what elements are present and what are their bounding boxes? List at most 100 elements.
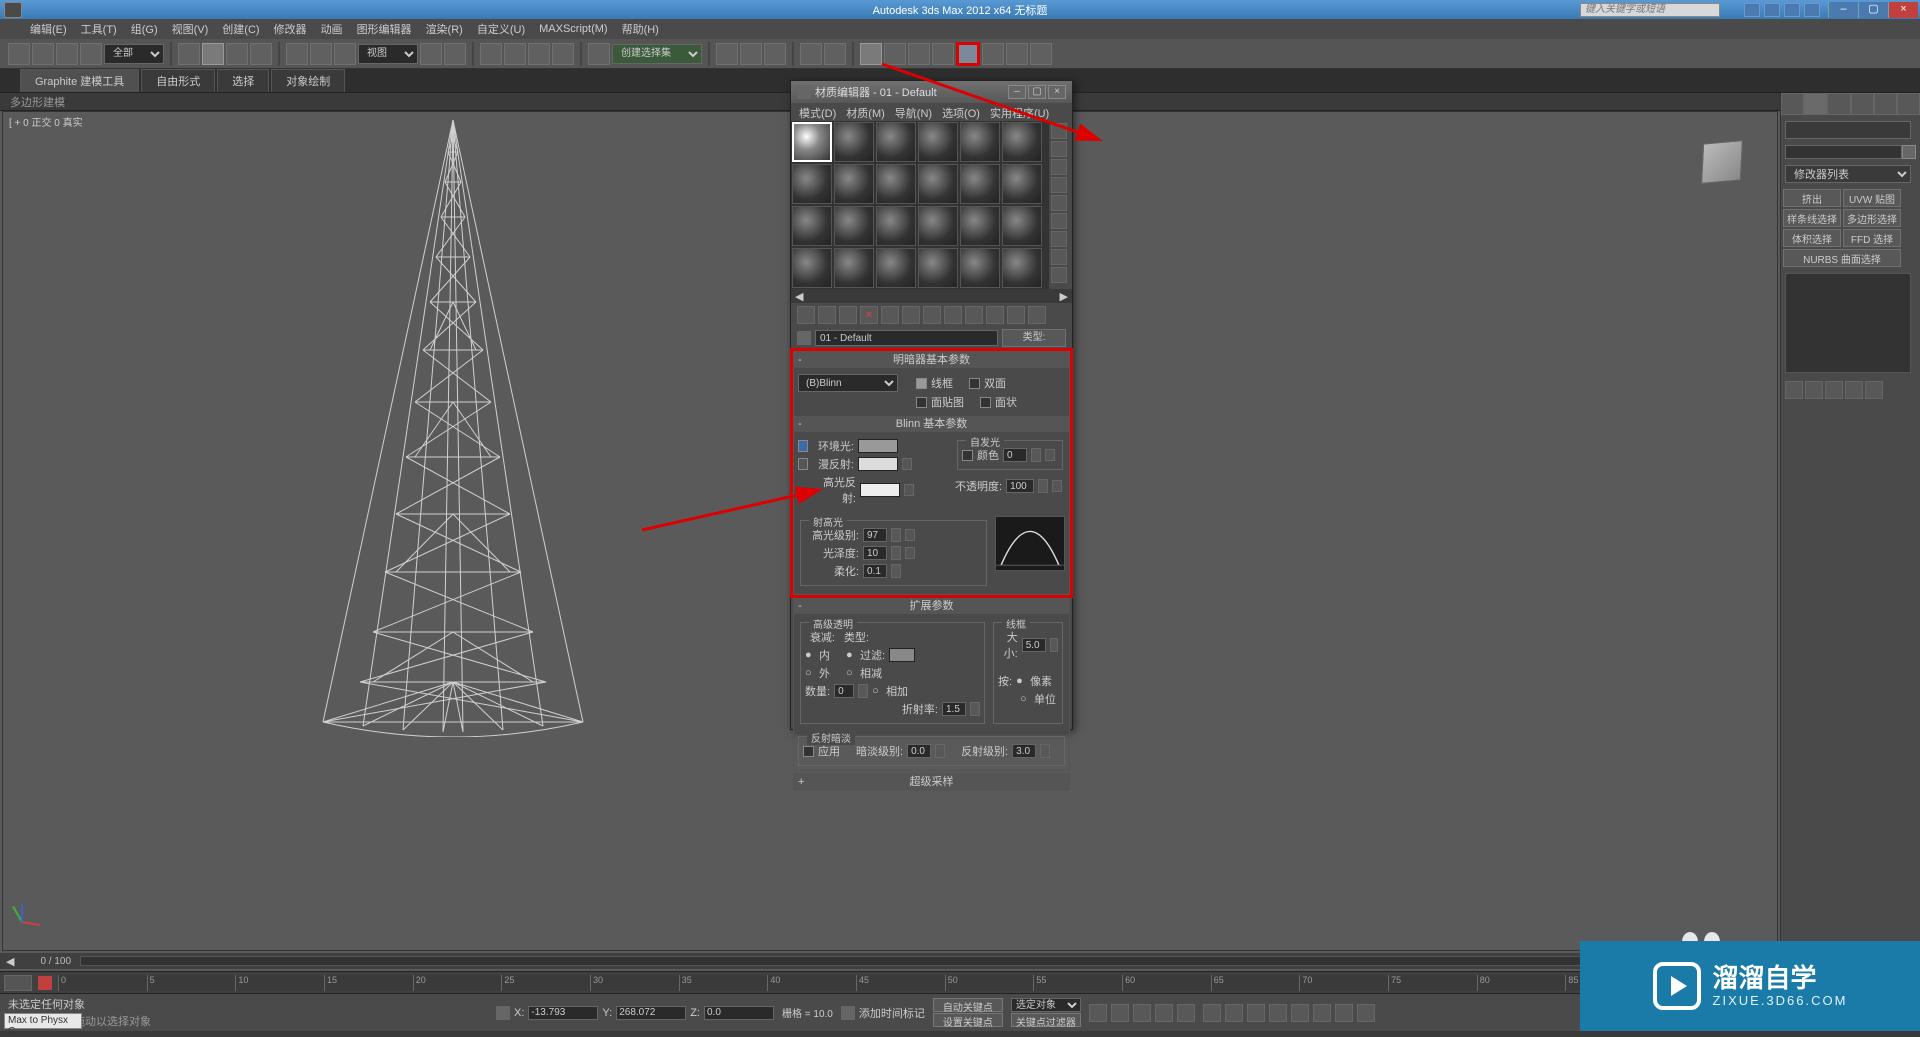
menu-customize[interactable]: 自定义(U): [477, 21, 525, 37]
zoom-icon[interactable]: [1247, 1004, 1265, 1022]
me-maximize-button[interactable]: ▢: [1028, 85, 1046, 99]
me-make-unique-icon[interactable]: [902, 306, 920, 324]
rotate-button[interactable]: [310, 43, 332, 65]
me-background-icon[interactable]: [1051, 159, 1067, 175]
me-backlight-icon[interactable]: [1051, 141, 1067, 157]
mod-splinesel-button[interactable]: 样条线选择: [1783, 209, 1841, 227]
apply-checkbox[interactable]: [803, 746, 814, 757]
me-menu-utilities[interactable]: 实用程序(U): [990, 105, 1049, 119]
curve-editor-button[interactable]: [800, 43, 822, 65]
stack-config-icon[interactable]: [1865, 381, 1883, 399]
sample-slot[interactable]: [1002, 206, 1042, 246]
coord-y-input[interactable]: [616, 1006, 686, 1020]
angle-snap-button[interactable]: [504, 43, 526, 65]
cmd-hierarchy-icon[interactable]: [1827, 93, 1850, 115]
lock-selection-icon[interactable]: [496, 1006, 510, 1020]
scale-button[interactable]: [334, 43, 356, 65]
selfillum-map-button[interactable]: [1045, 449, 1055, 461]
me-pick-icon[interactable]: [797, 331, 811, 345]
me-matmap-nav-icon[interactable]: [1051, 267, 1067, 283]
align-button[interactable]: [740, 43, 762, 65]
schematic-button[interactable]: [824, 43, 846, 65]
select-button[interactable]: [178, 43, 200, 65]
edit-named-button[interactable]: [588, 43, 610, 65]
sample-slot[interactable]: [960, 206, 1000, 246]
me-options-icon[interactable]: [1051, 231, 1067, 247]
rollout-shader-title[interactable]: 明暗器基本参数: [893, 354, 970, 366]
me-preview-icon[interactable]: [1051, 213, 1067, 229]
me-go-parent-icon[interactable]: [1007, 306, 1025, 324]
pivot-button[interactable]: [420, 43, 442, 65]
speclevel-spinner[interactable]: [863, 528, 887, 542]
spinner-buttons[interactable]: [935, 744, 945, 758]
minimize-button[interactable]: –: [1828, 2, 1858, 18]
help-search-input[interactable]: [1580, 3, 1720, 17]
specular-swatch[interactable]: [860, 483, 900, 497]
opacity-map-button[interactable]: [1052, 480, 1062, 492]
spinner-buttons[interactable]: [891, 564, 901, 578]
stack-pin-icon[interactable]: [1785, 381, 1803, 399]
snapshot-button[interactable]: [932, 43, 954, 65]
sample-slot[interactable]: [876, 122, 916, 162]
speclevel-map-button[interactable]: [905, 529, 915, 541]
me-go-forward-icon[interactable]: [1028, 306, 1046, 324]
dimlevel-spinner[interactable]: [907, 744, 931, 758]
me-close-button[interactable]: ×: [1048, 85, 1066, 99]
shader-dropdown[interactable]: (B)Blinn: [798, 374, 898, 392]
next-frame-icon[interactable]: [1155, 1004, 1173, 1022]
menu-modifiers[interactable]: 修改器: [274, 21, 307, 37]
prev-frame-icon[interactable]: [1111, 1004, 1129, 1022]
select-by-name-button[interactable]: [202, 43, 224, 65]
gloss-map-button[interactable]: [905, 547, 915, 559]
me-assign-icon[interactable]: [839, 306, 857, 324]
sample-slot[interactable]: [876, 164, 916, 204]
menu-grapheditor[interactable]: 图形编辑器: [357, 21, 412, 37]
move-button[interactable]: [286, 43, 308, 65]
play-icon[interactable]: [1133, 1004, 1151, 1022]
rect-select-button[interactable]: [226, 43, 248, 65]
rtab-paint[interactable]: 对象绘制: [271, 69, 345, 92]
me-uv-tiling-icon[interactable]: [1051, 177, 1067, 193]
signin-icon[interactable]: [1764, 3, 1780, 17]
menu-render[interactable]: 渲染(R): [426, 21, 463, 37]
me-copy-icon[interactable]: [881, 306, 899, 324]
autokey-button[interactable]: 自动关键点: [933, 998, 1003, 1012]
mod-nurbs-button[interactable]: NURBS 曲面选择: [1783, 249, 1901, 267]
spinner-buttons[interactable]: [1040, 744, 1050, 758]
coord-x-input[interactable]: [528, 1006, 598, 1020]
setkey-button[interactable]: 设置关键点: [933, 1013, 1003, 1027]
undo-button[interactable]: [8, 43, 30, 65]
scene-explorer-button[interactable]: [884, 43, 906, 65]
sample-slot[interactable]: [834, 206, 874, 246]
sample-slot[interactable]: [918, 122, 958, 162]
wire-checkbox[interactable]: [916, 378, 927, 389]
spinner-buttons[interactable]: [1038, 479, 1048, 493]
sample-slot[interactable]: [960, 122, 1000, 162]
fov-icon[interactable]: [1313, 1004, 1331, 1022]
sample-slot[interactable]: [960, 164, 1000, 204]
unlink-button[interactable]: [80, 43, 102, 65]
ref-coord-dropdown[interactable]: 视图: [358, 44, 418, 64]
sample-slot[interactable]: [876, 248, 916, 288]
cmd-motion-icon[interactable]: [1851, 93, 1874, 115]
me-select-by-mat-icon[interactable]: [1051, 249, 1067, 265]
stack-unique-icon[interactable]: [1825, 381, 1843, 399]
color-swatch-button[interactable]: [1902, 145, 1916, 159]
selection-filter-dropdown[interactable]: 全部: [104, 44, 164, 64]
spinner-snap-button[interactable]: [552, 43, 574, 65]
mod-ffdsel-button[interactable]: FFD 选择: [1843, 229, 1901, 247]
sample-slot-1[interactable]: [792, 122, 832, 162]
soften-spinner[interactable]: [863, 564, 887, 578]
favorites-icon[interactable]: [1784, 3, 1800, 17]
mod-extrude-button[interactable]: 挤出: [1783, 189, 1841, 207]
maximize-button[interactable]: ▢: [1858, 2, 1888, 18]
sample-slot[interactable]: [918, 248, 958, 288]
layers-button[interactable]: [764, 43, 786, 65]
key-selected-dropdown[interactable]: 选定对象: [1011, 998, 1081, 1012]
sample-slot[interactable]: [918, 164, 958, 204]
menu-help[interactable]: 帮助(H): [622, 21, 659, 37]
stack-show-icon[interactable]: [1805, 381, 1823, 399]
pan-icon[interactable]: [1203, 1004, 1221, 1022]
named-selection-dropdown[interactable]: 创建选择集: [612, 44, 702, 64]
sample-slot[interactable]: [1002, 122, 1042, 162]
